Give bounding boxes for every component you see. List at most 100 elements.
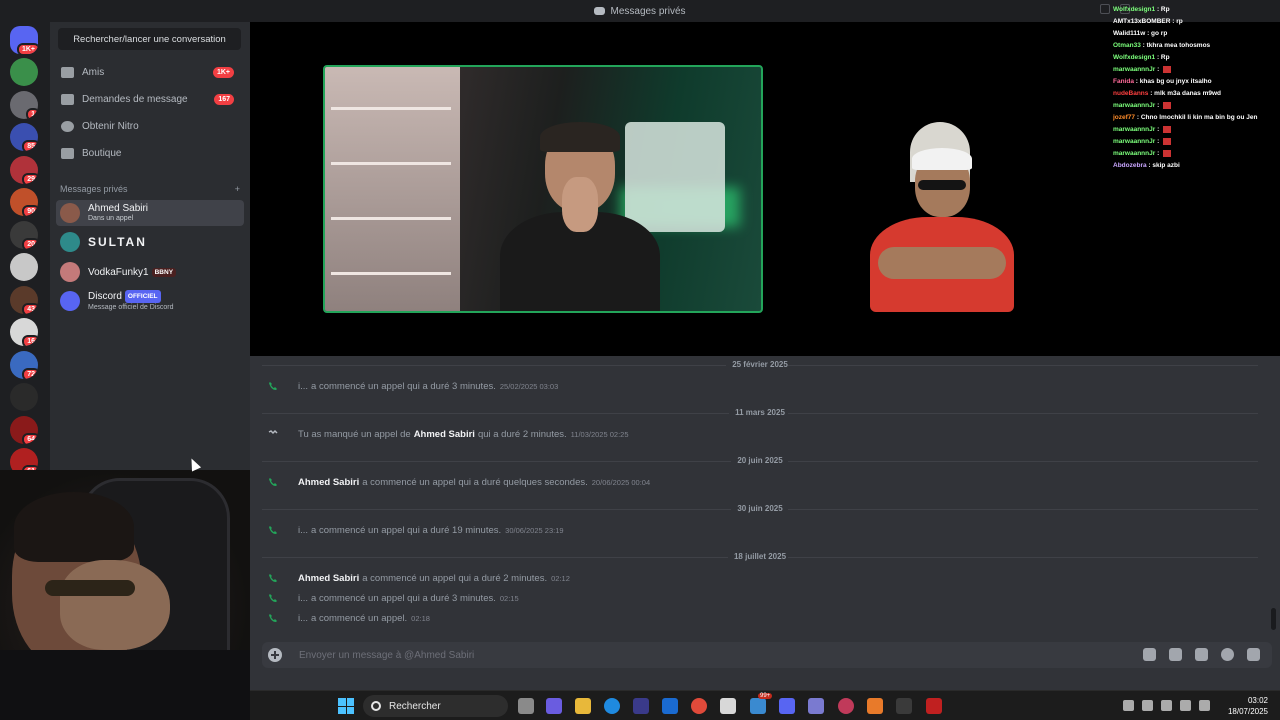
chat-line: marwaannnJr : [1113,136,1280,148]
chat-text: : skip azbi [1146,162,1180,169]
gift-icon[interactable] [1143,648,1156,661]
video-tile-participant[interactable] [870,122,1014,312]
phone-icon [269,594,277,602]
bluetooth-icon[interactable] [1161,700,1172,711]
home-button[interactable]: 1K+ [10,26,38,54]
server-icon[interactable]: 16 [10,318,38,346]
server-icon[interactable]: 43 [10,285,38,314]
chat-line: Wolfxdesign1 : Rp [1113,52,1280,64]
gamepad-icon[interactable] [808,698,824,714]
emote-icon [1163,137,1172,145]
date-divider: 18 juillet 2025 [250,552,1270,561]
task-view-icon[interactable] [518,698,534,714]
server-icon[interactable]: 64 [10,415,38,444]
obs-icon[interactable] [896,698,912,714]
server-icon[interactable] [10,383,38,411]
dm-subtitle: Message officiel de Discord [88,304,174,311]
nav-shop[interactable]: Boutique [56,141,244,165]
gif-icon[interactable] [1169,648,1182,661]
add-dm-button[interactable]: + [235,184,240,194]
video-tile-speaking[interactable] [323,65,763,313]
nav-message-requests[interactable]: Demandes de message 167 [56,87,244,111]
server-badge: 29 [22,172,38,184]
app-icon[interactable] [867,698,883,714]
file-explorer-icon[interactable] [575,698,591,714]
chat-username: jozef77 [1113,114,1136,121]
sunglasses [45,580,135,596]
dm-item-ahmed-sabiri[interactable]: Ahmed Sabiri Dans un appel [56,200,244,226]
nav-label: Amis [82,66,105,78]
chat-text: : Rp [1155,6,1170,13]
message-input[interactable]: Envoyer un message à @Ahmed Sabiri [262,642,1272,668]
title-bar: Messages privés [0,0,1280,22]
app-icon[interactable] [720,698,736,714]
friends-icon [61,66,74,78]
server-icon[interactable]: 72 [10,350,38,379]
phone-icon [269,382,277,390]
taskbar-search-label: Rechercher [389,700,441,712]
conversation-search[interactable]: Rechercher/lancer une conversation [58,28,241,50]
minimize-button[interactable] [1100,4,1110,14]
chat-username: marwaannnJr [1113,138,1156,145]
server-badge: 16 [22,335,38,346]
webcam-overlay [0,470,250,720]
activity-icon[interactable] [1247,648,1260,661]
chrome-icon[interactable] [691,698,707,714]
emoji-icon[interactable] [1221,648,1234,661]
home-badge: 1K+ [16,43,38,54]
dm-item-sultan[interactable]: SULTAN [56,229,244,255]
chevron-up-icon[interactable] [1123,700,1134,711]
network-icon[interactable] [1142,700,1153,711]
nav-friends[interactable]: Amis 1K+ [56,60,244,84]
chat-line: nudeBanns : mlk m3a danas m9wd [1113,88,1280,100]
call-message-missed: Tu as manqué un appel de Ahmed Sabiri qui … [268,427,629,441]
store-icon[interactable] [633,698,649,714]
call-message: i... a commencé un appel qui a duré 19 mi… [268,523,564,537]
chat-line: marwaannnJr : [1113,148,1280,160]
server-icon[interactable] [10,58,38,86]
emote-icon [1163,101,1172,109]
server-badge: 20 [22,237,38,249]
server-icon[interactable] [10,253,38,281]
volume-icon[interactable] [1199,700,1210,711]
emote-icon [1163,149,1172,157]
dm-header: Messages privés + [60,184,240,194]
server-icon[interactable]: 1 [10,90,38,119]
dm-status: Dans un appel [88,215,134,222]
sticker-icon[interactable] [1195,648,1208,661]
server-icon[interactable]: 20 [10,220,38,249]
server-icon[interactable]: 29 [10,155,38,184]
taskbar: Rechercher 99+ 03:02 18/07/2025 [250,690,1280,720]
attach-plus-icon[interactable] [268,648,282,662]
dm-item-discord[interactable]: Discord OFFICIEL Message officiel de Disc… [56,288,244,314]
scrollbar[interactable] [1271,608,1276,630]
server-badge: 64 [22,432,38,444]
discord-taskbar-icon[interactable] [779,698,795,714]
server-icon[interactable]: 85 [10,123,38,151]
chat-username: AMTx13xBOMBER [1113,18,1171,25]
microphone-icon[interactable] [1180,700,1191,711]
app-icon[interactable] [750,698,766,714]
copilot-icon[interactable] [546,698,562,714]
dm-item-vodkafunky1[interactable]: VodkaFunky1 BBNY [56,259,244,285]
guild-tag: BBNY [151,267,177,277]
call-message: i... a commencé un appel qui a duré 3 min… [268,591,519,605]
server-badge: 90 [22,205,38,216]
windows-start-icon[interactable] [338,698,354,714]
clock-date: 18/07/2025 [1227,707,1268,716]
edge-icon[interactable] [604,698,620,714]
chat-username: Wolfxdesign1 [1113,6,1156,13]
taskbar-search[interactable]: Rechercher [363,695,508,717]
outlook-icon[interactable] [662,698,678,714]
chat-text: : [1155,126,1162,133]
app-icon[interactable] [838,698,854,714]
chat-text: : khas bg ou jnyx itsalho [1133,78,1212,85]
chat-line: AMTx13xBOMBER : rp [1113,16,1280,28]
clock[interactable]: 03:02 18/07/2025 [1228,695,1268,717]
nav-nitro[interactable]: Obtenir Nitro [56,114,244,138]
server-icon[interactable]: 90 [10,188,38,216]
call-message: i... a commencé un appel. 02:18 [268,611,430,625]
app-icon[interactable] [926,698,942,714]
message-list: 25 février 2025 i... a commencé un appel … [250,356,1280,638]
dm-name: VodkaFunky1 [88,266,149,278]
